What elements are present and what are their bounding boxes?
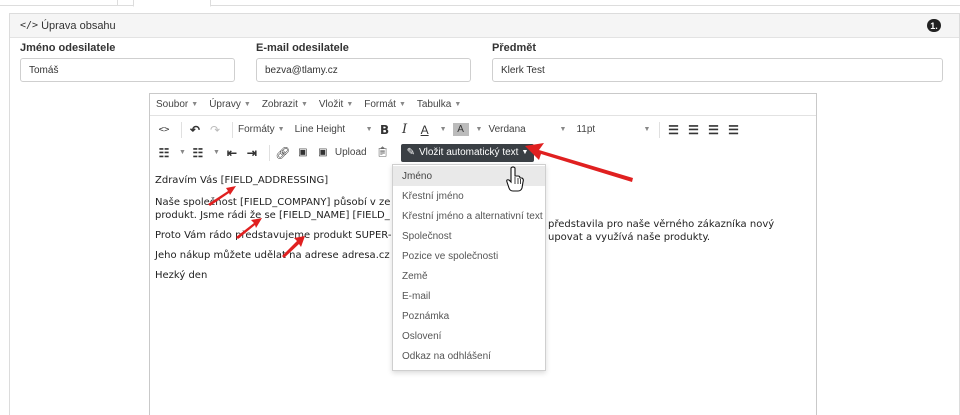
dropdown-item-first-name[interactable]: Křestní jméno [393,186,545,206]
bold-button[interactable]: B [377,121,393,139]
menu-file[interactable]: Soubor ▼ [156,99,198,110]
chevron-down-icon: ▼ [559,126,567,133]
chevron-down-icon: ▼ [243,101,251,108]
content-line [155,262,397,269]
font-size-select[interactable]: 11pt ▼ [576,121,650,139]
chevron-down-icon: ▼ [300,101,308,108]
sender-email-input[interactable]: bezva@tlamy.cz [256,58,471,82]
chevron-down-icon: ▼ [521,149,529,156]
dropdown-item-country[interactable]: Země [393,266,545,286]
font-family-select[interactable]: Verdana ▼ [488,121,566,139]
menu-insert[interactable]: Vložit ▼ [319,99,353,110]
dropdown-item-note[interactable]: Poznámka [393,306,545,326]
editor-toolbar-row-2: ☷ ▼ ☷ ▼ ⇤ ⇥ 🔗︎ ▣ ▣ Upload 📋︎ ✎ Vložit au… [150,141,816,164]
dropdown-item-name[interactable]: Jméno [393,166,545,186]
menu-format[interactable]: Formát ▼ [364,99,406,110]
upload-button[interactable]: Upload [335,144,367,162]
dropdown-item-first-name-alt[interactable]: Křestní jméno a alternativní text [393,206,545,226]
chevron-down-icon: ▼ [277,126,285,133]
editor-content-right: představila pro naše věrného zákazníka n… [548,218,774,244]
image-icon[interactable]: ▣ [295,144,311,162]
toolbar-divider [268,144,270,161]
content-line [155,222,397,229]
menu-table[interactable]: Tabulka ▼ [417,99,461,110]
sender-name-label: Jméno odesilatele [20,42,116,54]
chevron-down-icon: ▼ [398,101,406,108]
sender-email-label: E-mail odesilatele [256,42,349,54]
chevron-down-icon: ▼ [643,126,651,133]
toolbar-divider [232,121,233,138]
link-icon[interactable]: 🔗︎ [275,144,291,162]
chevron-down-icon: ▼ [365,126,373,133]
align-left-icon[interactable]: ☰ [665,121,681,139]
subject-label: Předmět [492,42,537,54]
indent-icon[interactable]: ⇥ [244,144,260,162]
content-line: Naše společnost [FIELD_COMPANY] působí v… [155,197,391,208]
bullet-list-icon[interactable]: ☷ [156,144,172,162]
chevron-down-icon[interactable]: ▼ [440,126,447,133]
toolbar-divider [659,121,661,138]
editor-toolbar-row-1: <> ↶ ↷ Formáty ▼ Line Height ▼ B I A ▼ A ▼… [150,118,816,141]
subject-input[interactable]: Klerk Test [492,58,943,82]
dropdown-item-email[interactable]: E-mail [393,286,545,306]
insert-auto-text-button[interactable]: ✎ Vložit automatický text ▼ [400,143,535,162]
upload-icon[interactable]: ▣ [315,144,331,162]
background-color-button[interactable]: A [452,123,469,136]
chevron-down-icon: ▼ [346,101,354,108]
tab-active[interactable] [133,0,211,7]
menu-view[interactable]: Zobrazit ▼ [262,99,308,110]
align-justify-icon[interactable]: ☰ [725,121,741,139]
step-badge: 1. [927,19,941,32]
content-line: produkt. Jsme rádi že se [FIELD_NAME] [F… [155,210,390,221]
sender-name-input[interactable]: Tomáš [20,58,235,82]
redo-icon[interactable]: ↷ [207,121,223,139]
paste-icon[interactable]: 📋︎ [375,144,391,162]
formats-select[interactable]: Formáty ▼ [238,121,285,139]
code-icon: </> [20,20,39,31]
tab-previous[interactable] [0,0,118,6]
chevron-down-icon: ▼ [454,101,462,108]
chevron-down-icon: ▼ [191,101,199,108]
content-line: Jeho nákup můžete udělat na adrese adres… [155,250,390,261]
dropdown-item-position[interactable]: Pozice ve společnosti [393,246,545,266]
panel-header: </> Úprava obsahu [10,14,959,38]
content-line: Hezký den [155,270,208,281]
chevron-down-icon[interactable]: ▼ [179,149,186,156]
outdent-icon[interactable]: ⇤ [224,144,240,162]
editor-content[interactable]: Zdravím Vás [FIELD_ADDRESSING] Naše spol… [155,174,397,282]
content-line: upovat a využívá naše produkty. [548,232,711,243]
content-line: Zdravím Vás [FIELD_ADDRESSING] [155,175,329,186]
dropdown-item-salutation[interactable]: Oslovení [393,326,545,346]
source-code-icon[interactable]: <> [156,121,172,139]
tab-strip [0,0,960,7]
toolbar-divider [181,121,182,138]
chevron-down-icon[interactable]: ▼ [213,149,220,156]
italic-button[interactable]: I [397,121,413,139]
line-height-select[interactable]: Line Height ▼ [295,121,373,139]
magic-wand-icon: ✎ [406,147,415,158]
align-center-icon[interactable]: ☰ [685,121,701,139]
align-right-icon[interactable]: ☰ [705,121,721,139]
menu-edit[interactable]: Úpravy ▼ [209,99,251,110]
content-line: Proto Vám rádo představujeme produkt SUP… [155,230,398,241]
undo-icon[interactable]: ↶ [187,121,203,139]
panel-title: Úprava obsahu [41,19,116,32]
chevron-down-icon[interactable]: ▼ [476,126,483,133]
numbered-list-icon[interactable]: ☷ [190,144,206,162]
auto-text-dropdown: Jméno Křestní jméno Křestní jméno a alte… [392,164,546,371]
text-color-button[interactable]: A [417,121,433,139]
dropdown-item-company[interactable]: Společnost [393,226,545,246]
editor-menubar: Soubor ▼ Úpravy ▼ Zobrazit ▼ Vložit ▼ Formát… [150,94,816,116]
content-line: představila pro naše věrného zákazníka n… [548,219,775,230]
dropdown-item-unsubscribe-link[interactable]: Odkaz na odhlášení [393,346,545,366]
content-line [155,242,397,249]
